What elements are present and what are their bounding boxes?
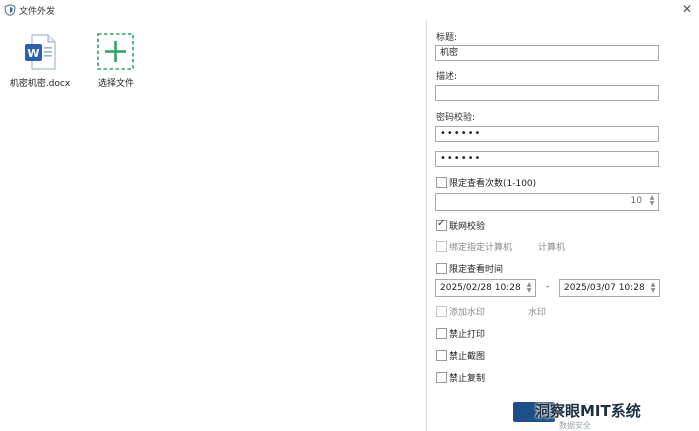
checkbox-box[interactable] — [436, 241, 447, 252]
bind-computer-label: 绑定指定计算机 — [449, 243, 513, 253]
view-count-spinner[interactable]: 10 ▲ ▼ — [435, 193, 659, 211]
limit-views-label: 限定查看次数(1-100) — [449, 179, 537, 189]
password-confirm-input[interactable]: •••••• — [435, 151, 659, 167]
add-file-plus-icon — [97, 33, 134, 70]
watermark-aside-label: 水印 — [528, 308, 547, 318]
file-name: 机密机密.docx — [9, 79, 71, 89]
checkbox-checked[interactable] — [436, 218, 447, 231]
title-label: 标题: — [436, 33, 458, 43]
spinner-arrows-icon[interactable]: ▲ ▼ — [649, 282, 657, 294]
word-doc-icon: W — [25, 34, 56, 70]
window-title: 文件外发 — [19, 7, 56, 17]
date-separator: - — [546, 282, 550, 292]
file-list-pane: W 机密机密.docx 选择文件 — [0, 20, 426, 431]
computer-aside-label: 计算机 — [538, 243, 566, 253]
pane-divider — [426, 20, 427, 431]
no-copy-label: 禁止复制 — [449, 374, 486, 384]
overlay-watermark: 洞察眼MIT系统 数据安全 — [513, 396, 699, 430]
title-bar: 文件外发 ✕ — [0, 0, 699, 20]
checkbox-box[interactable] — [436, 350, 447, 361]
no-print-label: 禁止打印 — [449, 330, 486, 340]
spinner-arrows-icon[interactable]: ▲ ▼ — [648, 195, 656, 207]
watermark-text: 洞察眼MIT系统 — [535, 402, 641, 420]
password-input[interactable]: •••••• — [435, 126, 659, 142]
checkbox-box[interactable] — [436, 177, 447, 188]
spinner-arrows-icon[interactable]: ▲ ▼ — [525, 282, 533, 294]
view-count-value: 10 — [630, 196, 642, 206]
limit-time-label: 限定查看时间 — [449, 265, 504, 275]
description-label: 描述: — [436, 72, 458, 82]
password-label: 密码校验: — [436, 113, 476, 123]
close-icon[interactable]: ✕ — [679, 1, 695, 17]
checkbox-box[interactable] — [436, 372, 447, 383]
watermark-subtext: 数据安全 — [559, 421, 591, 430]
checkbox-box[interactable] — [436, 263, 447, 274]
end-datetime-value: 2025/03/07 10:28 — [564, 283, 645, 293]
svg-text:W: W — [27, 47, 39, 60]
description-input[interactable] — [435, 85, 659, 101]
start-datetime-picker[interactable]: 2025/02/28 10:28 ▲ ▼ — [435, 279, 536, 297]
select-file-label: 选择文件 — [97, 79, 134, 89]
no-screenshot-label: 禁止截图 — [449, 352, 486, 362]
checkbox-box[interactable] — [436, 328, 447, 339]
add-watermark-label: 添加水印 — [449, 308, 486, 318]
start-datetime-value: 2025/02/28 10:28 — [440, 283, 521, 293]
title-input[interactable]: 机密 — [435, 45, 659, 61]
end-datetime-picker[interactable]: 2025/03/07 10:28 ▲ ▼ — [559, 279, 660, 297]
network-check-label: 联网校验 — [449, 222, 486, 232]
shield-icon — [4, 4, 16, 16]
checkbox-box[interactable] — [436, 306, 447, 317]
